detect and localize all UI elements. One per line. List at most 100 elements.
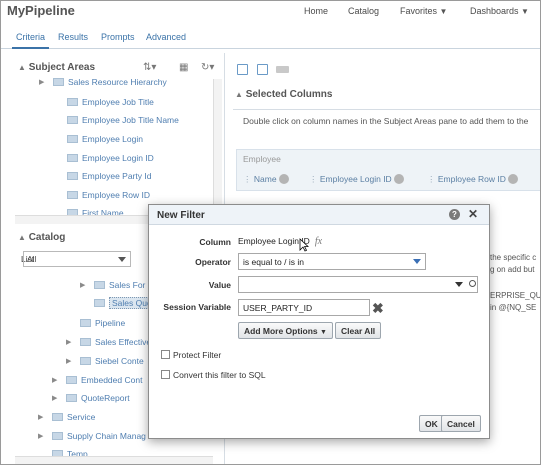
expand-icon[interactable]: ▶ — [66, 338, 71, 346]
chevron-down-icon: ▼ — [521, 7, 529, 16]
drag-handle-icon[interactable]: ⋮ — [243, 174, 252, 184]
tree-item[interactable]: Employee Party Id — [67, 171, 151, 185]
nav-home[interactable]: Home — [304, 6, 328, 16]
tree-item[interactable]: Employee Job Title Name — [67, 115, 179, 129]
fx-icon[interactable]: fx — [315, 236, 322, 247]
folder-icon — [66, 376, 77, 384]
tree-item[interactable]: ▶ Sales Resource Hierarchy — [39, 77, 167, 91]
folder-icon — [52, 432, 63, 440]
tree-item[interactable]: ▶ Siebel Conte — [66, 356, 144, 370]
selected-columns-strip: Employee ⋮ Name ⋮ Employee Login ID ⋮ Em… — [236, 149, 540, 191]
tree-item[interactable]: ▶ Sales For — [80, 280, 146, 294]
chevron-down-icon[interactable] — [455, 282, 463, 287]
top-bar: MyPipeline Home Catalog Favorites ▼ Dash… — [1, 1, 540, 23]
column-chip-row-id[interactable]: ⋮ Employee Row ID — [427, 174, 518, 185]
catalog-list-select[interactable]: All — [23, 251, 131, 267]
tree-item[interactable]: Employee Login ID — [67, 153, 154, 167]
tree-item[interactable]: ▶ Service — [38, 412, 95, 426]
protect-filter-label: Protect Filter — [173, 350, 222, 360]
expand-icon[interactable]: ▶ — [52, 376, 57, 384]
folder-icon — [53, 78, 64, 86]
expand-icon[interactable]: ▶ — [39, 78, 44, 86]
refresh-icon[interactable]: ↻▾ — [201, 62, 214, 73]
folder-icon — [66, 394, 77, 402]
operator-value: is equal to / is in — [243, 257, 304, 267]
protect-filter-checkbox[interactable] — [161, 350, 170, 359]
value-input[interactable] — [238, 276, 478, 293]
expand-icon[interactable]: ▶ — [38, 432, 43, 440]
drag-handle-icon[interactable]: ⋮ — [427, 174, 436, 184]
tab-prompts[interactable]: Prompts — [97, 31, 139, 49]
edit-formula-icon[interactable] — [257, 64, 268, 75]
filter-description-line: ERPRISE_QU — [490, 291, 541, 300]
tree-item[interactable]: ▶ Embedded Cont — [52, 375, 143, 389]
convert-sql-checkbox[interactable] — [161, 370, 170, 379]
operator-select[interactable]: is equal to / is in — [238, 253, 426, 270]
dialog-title: New Filter — [157, 210, 205, 221]
nav-favorites[interactable]: Favorites ▼ — [400, 6, 447, 16]
tree-item[interactable]: Employee Login — [67, 134, 143, 148]
tree-item[interactable]: Pipeline — [80, 318, 125, 332]
column-icon — [67, 172, 78, 180]
drag-handle-icon[interactable]: ⋮ — [309, 174, 318, 184]
expand-icon[interactable]: ▶ — [80, 281, 85, 289]
tree-item[interactable]: ▶ Supply Chain Manag — [38, 431, 146, 445]
chevron-down-icon: ▼ — [439, 7, 448, 16]
gear-icon[interactable] — [393, 174, 404, 184]
add-more-options-label: Add More Options — [244, 326, 318, 336]
column-properties-icon[interactable] — [276, 66, 289, 73]
expand-icon[interactable]: ▶ — [38, 413, 43, 421]
column-value: Employee Login ID fx — [238, 236, 322, 247]
filter-description-line: the specific c — [490, 253, 537, 262]
tree-item-label: Employee Login — [82, 134, 143, 144]
tree-item-label: Sales Effective — [95, 337, 152, 347]
subject-areas-scrollbar[interactable] — [213, 79, 222, 213]
gear-icon[interactable] — [278, 174, 289, 184]
selected-columns-header[interactable]: ▲ Selected Columns — [235, 89, 540, 109]
clear-icon[interactable]: ✖ — [372, 300, 384, 317]
catalog-hscrollbar[interactable] — [15, 456, 213, 464]
column-chip-name[interactable]: ⋮ Name — [243, 174, 289, 185]
clear-all-button[interactable]: Clear All — [335, 322, 382, 339]
collapse-icon[interactable]: ▲ — [18, 63, 26, 72]
tree-item-label: Employee Job Title Name — [82, 115, 179, 125]
column-icon — [67, 98, 78, 106]
search-icon[interactable] — [469, 280, 476, 287]
tab-advanced[interactable]: Advanced — [142, 31, 190, 49]
column-icon — [67, 116, 78, 124]
gear-icon[interactable] — [507, 174, 518, 184]
nav-dashboards[interactable]: Dashboards ▼ — [470, 6, 529, 16]
nav-catalog[interactable]: Catalog — [348, 6, 379, 16]
expand-icon[interactable]: ▶ — [52, 394, 57, 402]
session-variable-input[interactable]: USER_PARTY_ID — [238, 299, 370, 316]
filter-tree-icon[interactable]: ▦ — [179, 62, 188, 73]
tree-item-label: Embedded Cont — [81, 375, 143, 385]
column-chip-login-id[interactable]: ⋮ Employee Login ID — [309, 174, 404, 185]
filter-icon[interactable] — [237, 64, 248, 75]
collapse-icon[interactable]: ▲ — [18, 233, 26, 242]
tree-item[interactable]: ▶ Sales Effective — [66, 337, 152, 351]
close-icon[interactable]: ✕ — [468, 207, 478, 221]
collapse-icon[interactable]: ▲ — [235, 90, 243, 99]
tab-results[interactable]: Results — [54, 31, 92, 49]
folder-icon — [80, 357, 91, 365]
tree-item[interactable]: Employee Job Title — [67, 97, 154, 111]
tree-item[interactable]: ▶ QuoteReport — [52, 393, 130, 407]
tree-item-label: Siebel Conte — [95, 356, 144, 366]
tab-criteria[interactable]: Criteria — [12, 31, 50, 49]
help-icon[interactable]: ? — [449, 209, 460, 220]
column-icon — [67, 135, 78, 143]
tree-item[interactable]: Employee Row ID — [67, 190, 150, 204]
add-more-options-button[interactable]: Add More Options ▼ — [238, 322, 333, 339]
expand-icon[interactable]: ▶ — [66, 357, 71, 365]
app-frame: MyPipeline Home Catalog Favorites ▼ Dash… — [0, 0, 541, 465]
column-label: Column — [199, 237, 231, 247]
convert-sql-label: Convert this filter to SQL — [173, 370, 266, 380]
sort-icon[interactable]: ⇅▾ — [143, 62, 156, 73]
tree-item-label: Sales For — [109, 280, 146, 290]
selected-columns-hint: Double click on column names in the Subj… — [243, 116, 529, 126]
catalog-header[interactable]: ▲ Catalog — [18, 232, 65, 250]
cancel-button[interactable]: Cancel — [441, 415, 481, 432]
tree-item-selected[interactable]: Sales Quo — [94, 297, 155, 312]
tree-item-label: Supply Chain Manag — [67, 431, 146, 441]
